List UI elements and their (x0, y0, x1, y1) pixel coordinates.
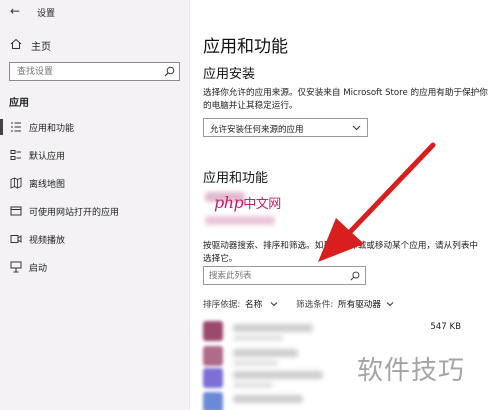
chevron-down-icon[interactable] (386, 300, 394, 308)
sidebar-item-default-apps[interactable]: 默认应用 (0, 144, 190, 166)
arrow-shaft (347, 142, 436, 235)
sidebar-item-label: 视频播放 (29, 236, 66, 246)
app-source-dropdown-value: 允许安装任何来源的应用 (210, 125, 304, 135)
settings-sidebar: ← 设置 主页 应用 应用和功能 默认应用 离线 (0, 0, 190, 410)
filter-value[interactable]: 所有驱动器 (338, 298, 381, 310)
blurred-app-name (233, 324, 313, 332)
page-title: 应用和功能 (203, 37, 288, 57)
sidebar-item-label: 离线地图 (29, 180, 66, 190)
app-icon (203, 321, 223, 341)
video-playback-icon (10, 235, 22, 243)
sort-label: 排序依据: (203, 300, 241, 310)
sidebar-item-label: 启动 (29, 264, 48, 274)
blurred-link[interactable] (205, 216, 275, 225)
sidebar-item-home[interactable]: 主页 (0, 34, 190, 54)
sidebar-item-home-label: 主页 (31, 42, 51, 53)
title-bar: ← 设置 (0, 0, 190, 22)
sidebar-item-apps-for-websites[interactable]: 可使用网站打开的应用 (0, 200, 190, 222)
apps-search-description: 按驱动器搜索、排序和筛选。如果你想卸载或移动某个应用，请从列表中选择它。 (203, 241, 479, 264)
logo-text-cn: 中文网 (243, 197, 281, 212)
apps-list-icon (11, 122, 21, 132)
app-size: 547 KB (430, 322, 461, 332)
app-install-description: 选择你允许的应用来源。仅安装来自 Microsoft Store 的应用有助于保… (203, 88, 488, 111)
logo-text-latin: php (214, 193, 244, 212)
sidebar-item-label: 默认应用 (29, 152, 66, 162)
sidebar-item-video-playback[interactable]: 视频播放 (0, 228, 190, 250)
apps-list-search-box[interactable] (203, 266, 366, 285)
sidebar-item-label: 可使用网站打开的应用 (29, 208, 120, 218)
settings-search-box[interactable] (9, 62, 180, 81)
sort-value[interactable]: 名称 (245, 298, 262, 310)
chevron-down-icon[interactable] (270, 300, 278, 308)
blurred-app-publisher (233, 382, 273, 388)
app-list-item[interactable]: 547 KB (203, 318, 483, 342)
sidebar-item-apps-features[interactable]: 应用和功能 (0, 116, 190, 138)
apps-list-search-input[interactable] (204, 267, 344, 284)
blurred-app-name (233, 371, 323, 379)
sidebar-item-offline-maps[interactable]: 离线地图 (0, 172, 190, 194)
app-source-dropdown[interactable]: 允许安装任何来源的应用 (203, 118, 368, 137)
app-install-heading: 应用安装 (203, 67, 256, 82)
watermark-text: 软件技巧 (357, 356, 466, 386)
blurred-app-name (233, 395, 303, 403)
sidebar-item-label: 应用和功能 (29, 124, 75, 134)
blurred-app-name (233, 349, 298, 357)
search-icon[interactable] (350, 271, 360, 281)
offline-maps-icon (10, 177, 22, 189)
window-title: 设置 (37, 9, 56, 19)
php-watermark-logo: php中文网 (214, 193, 281, 212)
default-apps-icon (10, 150, 21, 160)
app-icon (203, 392, 223, 410)
app-list-item[interactable] (203, 389, 483, 410)
sidebar-item-startup[interactable]: 启动 (0, 256, 190, 278)
apps-for-websites-icon (10, 206, 22, 216)
search-icon[interactable] (164, 66, 175, 77)
app-icon (203, 368, 223, 388)
back-arrow-icon[interactable]: ← (10, 4, 20, 18)
settings-search-input[interactable] (10, 63, 160, 80)
chevron-down-icon (352, 125, 361, 131)
app-icon (203, 346, 223, 366)
startup-icon (10, 261, 22, 273)
home-icon (10, 38, 22, 49)
blurred-app-publisher (233, 335, 283, 341)
apps-features-heading: 应用和功能 (203, 171, 269, 186)
sidebar-section-heading: 应用 (9, 98, 29, 109)
filter-label: 筛选条件: (296, 300, 334, 310)
